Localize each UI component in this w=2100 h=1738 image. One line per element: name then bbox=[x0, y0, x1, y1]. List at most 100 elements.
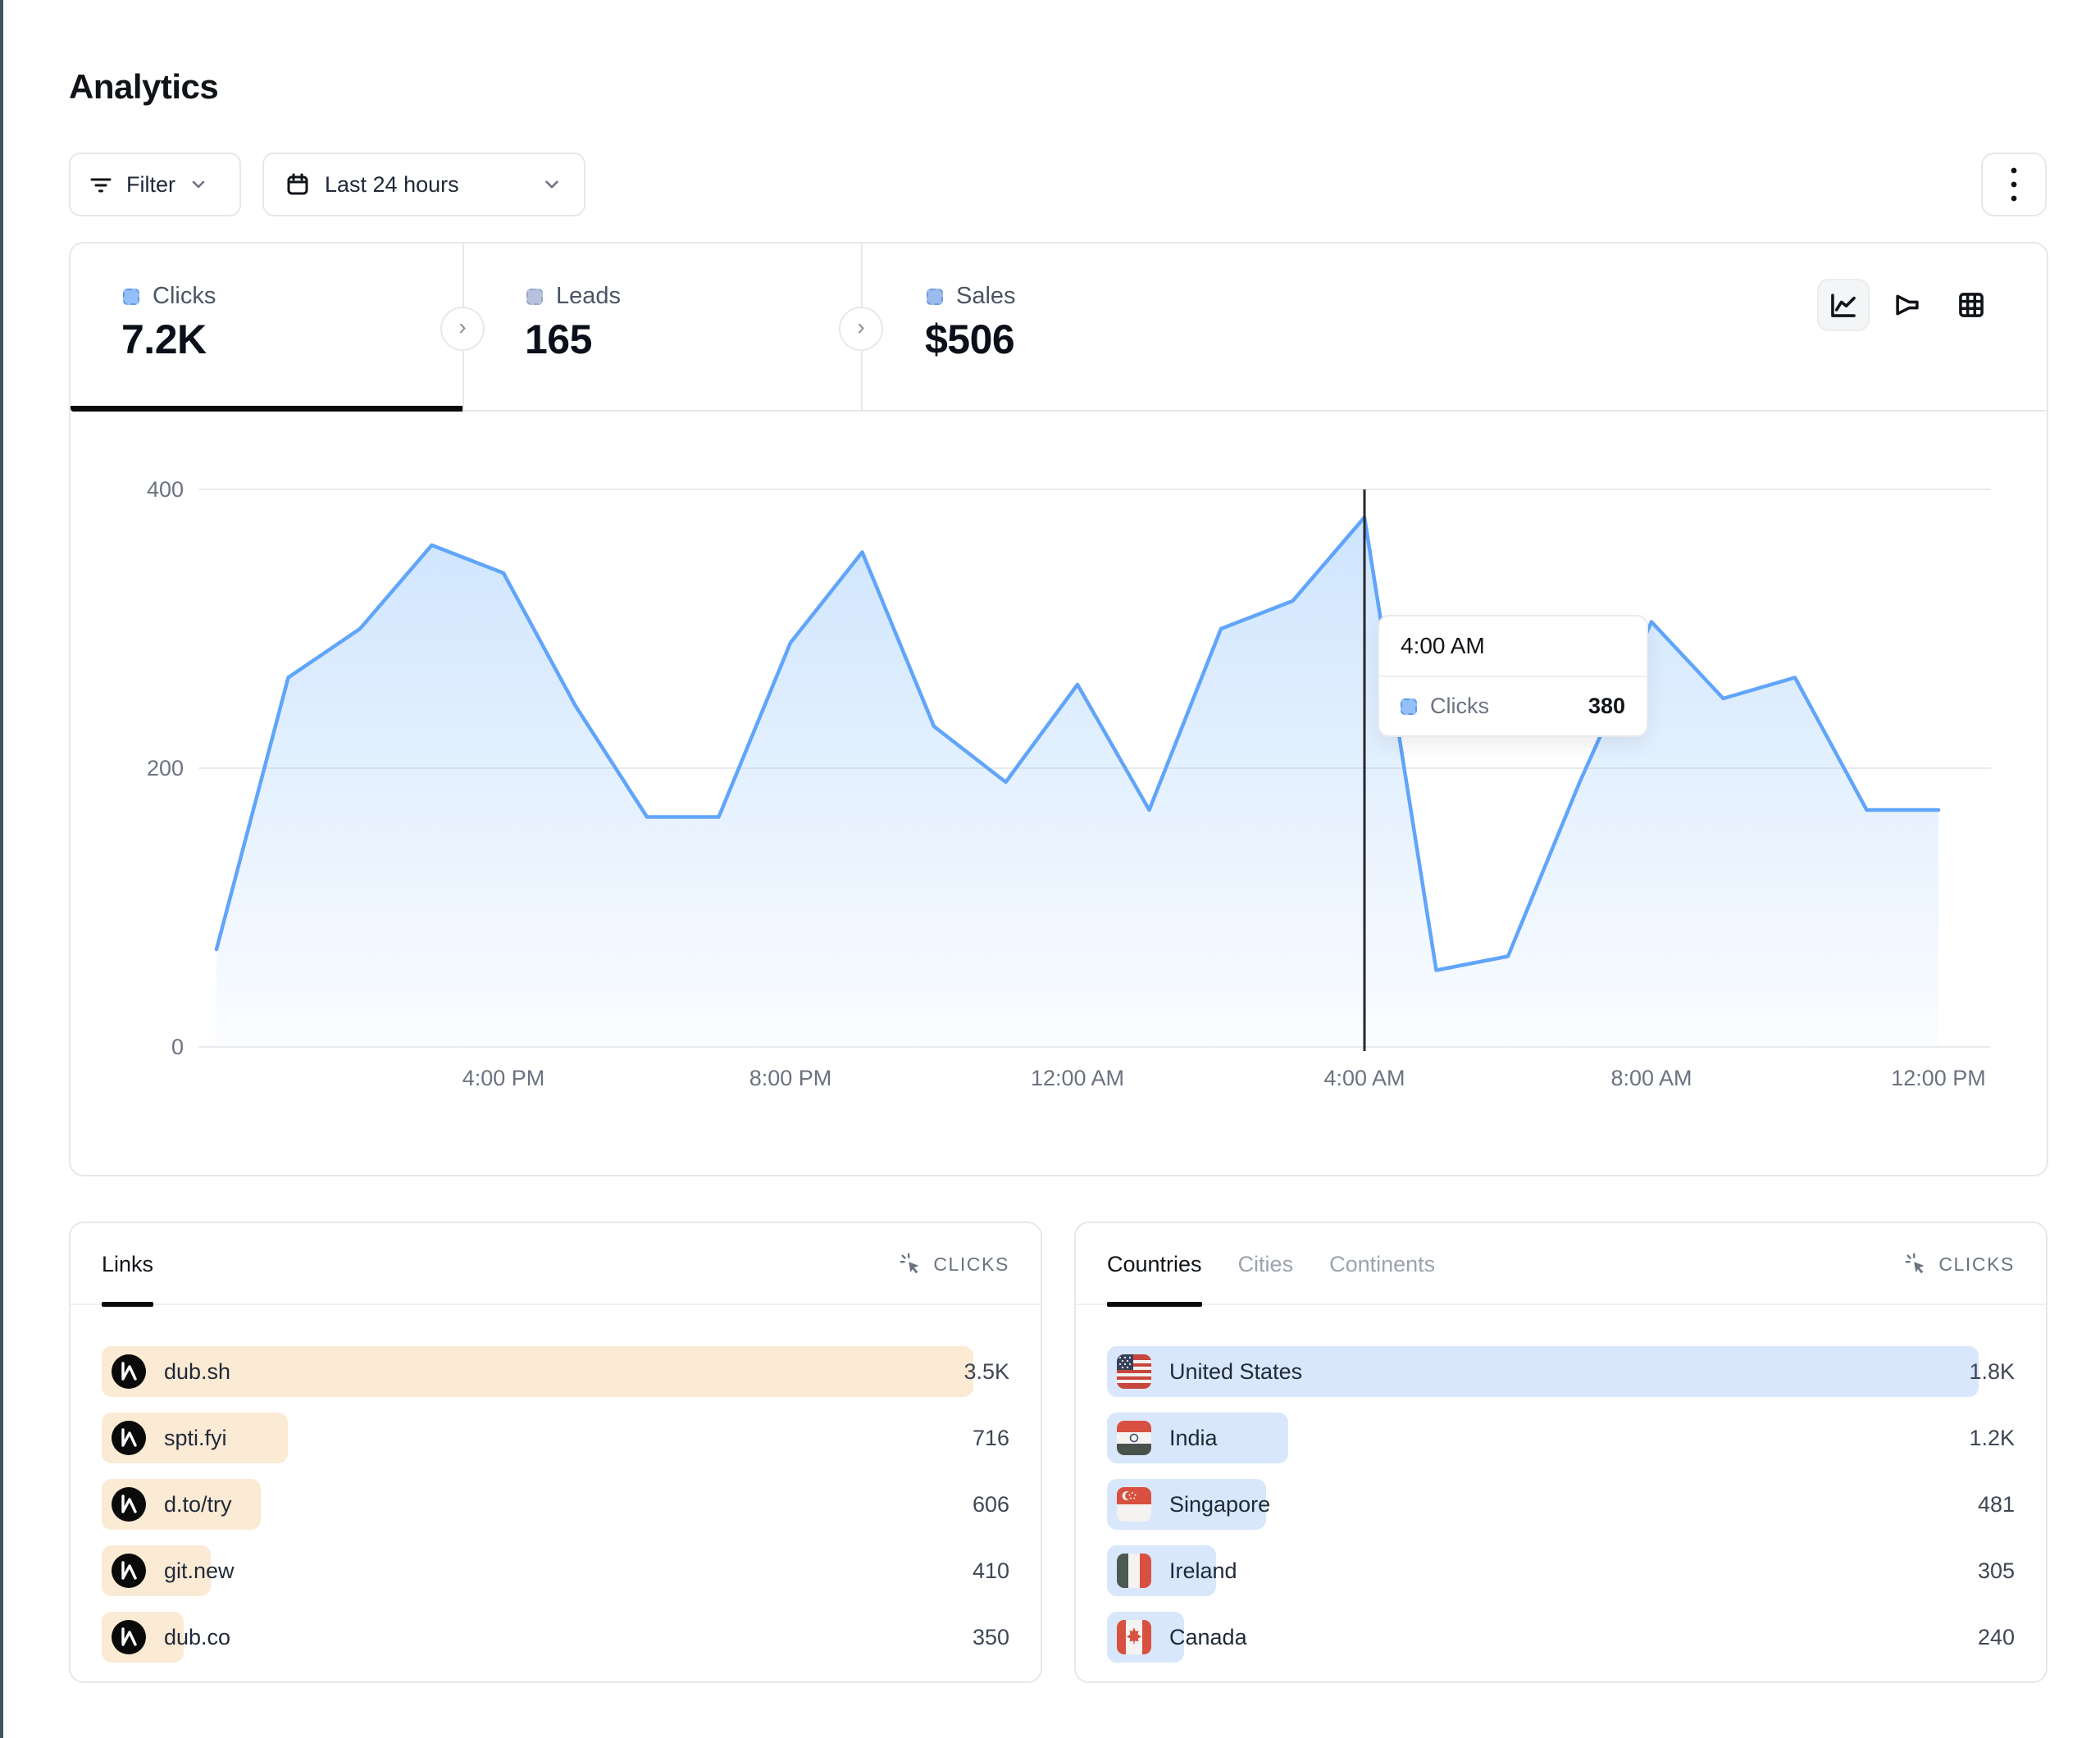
link-row[interactable]: dub.co 350 bbox=[102, 1612, 1009, 1663]
date-range-button[interactable]: Last 24 hours bbox=[262, 152, 585, 216]
countries-sort-by-clicks[interactable]: CLICKS bbox=[1904, 1223, 2015, 1305]
country-row[interactable]: India 1.2K bbox=[1107, 1413, 2015, 1463]
filter-lines-icon bbox=[89, 172, 113, 197]
link-row[interactable]: d.to/try 606 bbox=[102, 1479, 1009, 1530]
countries-panel: Countries Cities Continents CLICKS United … bbox=[1074, 1222, 2048, 1683]
sales-value: $506 bbox=[925, 316, 1014, 363]
tooltip-value: 380 bbox=[1588, 694, 1625, 719]
country-row[interactable]: Canada 240 bbox=[1107, 1612, 2015, 1663]
line-chart-toggle-button[interactable] bbox=[1817, 279, 1870, 331]
tab-cities[interactable]: Cities bbox=[1238, 1223, 1294, 1305]
leads-value: 165 bbox=[525, 316, 592, 363]
countries-list: United States 1.8K India 1.2K Singapore481… bbox=[1107, 1346, 2015, 1678]
cursor-click-icon bbox=[899, 1252, 923, 1276]
link-row[interactable]: spti.fyi 716 bbox=[102, 1413, 1009, 1463]
links-panel-header: Links CLICKS bbox=[71, 1223, 1041, 1305]
ireland-flag-icon bbox=[1117, 1554, 1151, 1588]
chart-view-toggles bbox=[1817, 279, 1998, 331]
dub-logo-icon bbox=[112, 1554, 146, 1588]
chart-tooltip: 4:00 AM Clicks 380 bbox=[1378, 615, 1648, 737]
country-row[interactable]: United States 1.8K bbox=[1107, 1346, 2015, 1397]
clicks-value: 7.2K bbox=[121, 316, 207, 363]
y-axis-tick-label: 400 bbox=[147, 477, 184, 502]
tooltip-time: 4:00 AM bbox=[1379, 616, 1647, 677]
links-sort-label: CLICKS bbox=[933, 1253, 1009, 1276]
x-axis-tick-label: 12:00 AM bbox=[1031, 1066, 1124, 1090]
analytics-card: Clicks 7.2K Leads 165 Sales $506 › › bbox=[69, 242, 2048, 1176]
countries-panel-header: Countries Cities Continents CLICKS bbox=[1076, 1223, 2046, 1305]
link-clicks-value: 716 bbox=[973, 1413, 1009, 1463]
country-label: Ireland bbox=[1169, 1558, 1237, 1584]
tooltip-series-label: Clicks bbox=[1430, 694, 1489, 719]
x-axis-tick-label: 8:00 PM bbox=[749, 1066, 832, 1090]
country-label: United States bbox=[1169, 1359, 1302, 1385]
link-row[interactable]: git.new410 bbox=[102, 1545, 1009, 1596]
active-tab-underline bbox=[71, 406, 462, 412]
country-label: Singapore bbox=[1169, 1492, 1270, 1517]
country-clicks-value: 305 bbox=[1978, 1545, 2015, 1596]
country-label: Canada bbox=[1169, 1625, 1247, 1650]
country-row[interactable]: Singapore481 bbox=[1107, 1479, 2015, 1530]
india-flag-icon bbox=[1117, 1421, 1151, 1455]
tab-countries[interactable]: Countries bbox=[1107, 1223, 1202, 1305]
link-label: dub.sh bbox=[164, 1359, 230, 1385]
countries-sort-label: CLICKS bbox=[1938, 1253, 2015, 1276]
tab-continents[interactable]: Continents bbox=[1329, 1223, 1435, 1305]
filter-button-label: Filter bbox=[126, 172, 175, 198]
page-title: Analytics bbox=[69, 67, 218, 107]
area-chart-canvas: 0 200 400 4:00 PM 8:00 PM 12:00 AM 4:00 AM 8:00… bbox=[71, 412, 2047, 1176]
link-clicks-value: 350 bbox=[973, 1612, 1009, 1663]
expand-clicks-leads-button[interactable]: › bbox=[440, 307, 485, 351]
filter-button[interactable]: Filter bbox=[69, 152, 241, 216]
clicks-legend-square-icon bbox=[123, 289, 139, 305]
cursor-click-icon bbox=[1904, 1252, 1929, 1276]
tab-clicks[interactable]: Clicks 7.2K bbox=[71, 243, 462, 412]
y-axis-tick-label: 200 bbox=[147, 756, 184, 780]
dub-logo-icon bbox=[112, 1354, 146, 1389]
y-axis-tick-label: 0 bbox=[171, 1035, 184, 1059]
x-axis-tick-label: 8:00 AM bbox=[1610, 1066, 1692, 1090]
singapore-flag-icon bbox=[1117, 1487, 1151, 1522]
leads-legend-square-icon bbox=[526, 289, 543, 305]
us-flag-icon bbox=[1117, 1354, 1151, 1389]
link-clicks-value: 606 bbox=[973, 1479, 1009, 1530]
links-list: dub.sh 3.5K spti.fyi 716 d.to/try 606 git.n… bbox=[102, 1346, 1009, 1678]
sales-legend-square-icon bbox=[927, 289, 943, 305]
link-label: d.to/try bbox=[164, 1492, 232, 1517]
calendar-icon bbox=[285, 172, 310, 197]
canada-flag-icon bbox=[1117, 1620, 1151, 1654]
sales-tab-label: Sales bbox=[956, 283, 1016, 310]
expand-leads-sales-button[interactable]: › bbox=[839, 307, 883, 351]
country-clicks-value: 1.8K bbox=[1969, 1346, 2015, 1397]
link-label: dub.co bbox=[164, 1625, 230, 1650]
clicks-timeseries-chart[interactable]: 0 200 400 4:00 PM 8:00 PM 12:00 AM 4:00 AM 8:00… bbox=[71, 412, 2047, 1176]
country-clicks-value: 240 bbox=[1978, 1612, 2015, 1663]
links-sort-by-clicks[interactable]: CLICKS bbox=[899, 1223, 1009, 1305]
link-clicks-value: 3.5K bbox=[963, 1346, 1009, 1397]
chevron-down-icon bbox=[541, 174, 563, 195]
dub-logo-icon bbox=[112, 1487, 146, 1522]
chevron-down-icon bbox=[189, 175, 208, 194]
x-axis-tick-label: 4:00 AM bbox=[1323, 1066, 1405, 1090]
country-row[interactable]: Ireland 305 bbox=[1107, 1545, 2015, 1596]
clicks-legend-square-icon bbox=[1401, 698, 1417, 715]
tab-sales[interactable]: Sales $506 bbox=[861, 243, 1271, 412]
link-value-bar bbox=[102, 1346, 973, 1397]
link-clicks-value: 410 bbox=[973, 1545, 1009, 1596]
dub-logo-icon bbox=[112, 1421, 146, 1455]
link-row[interactable]: dub.sh 3.5K bbox=[102, 1346, 1009, 1397]
table-view-toggle-button[interactable] bbox=[1945, 279, 1998, 331]
x-axis-tick-label: 4:00 PM bbox=[462, 1066, 545, 1090]
tab-leads[interactable]: Leads 165 bbox=[462, 243, 861, 412]
stat-tabs-row: Clicks 7.2K Leads 165 Sales $506 › › bbox=[71, 243, 2047, 412]
country-label: India bbox=[1169, 1426, 1218, 1451]
leads-tab-label: Leads bbox=[556, 283, 621, 310]
country-clicks-value: 1.2K bbox=[1969, 1413, 2015, 1463]
more-options-button[interactable] bbox=[1981, 152, 2047, 216]
link-label: spti.fyi bbox=[164, 1426, 227, 1451]
kebab-menu-icon bbox=[2010, 166, 2018, 203]
dub-logo-icon bbox=[112, 1620, 146, 1654]
tab-links[interactable]: Links bbox=[102, 1223, 153, 1305]
funnel-chart-toggle-button[interactable] bbox=[1881, 279, 1934, 331]
funnel-chart-icon bbox=[1892, 289, 1923, 321]
